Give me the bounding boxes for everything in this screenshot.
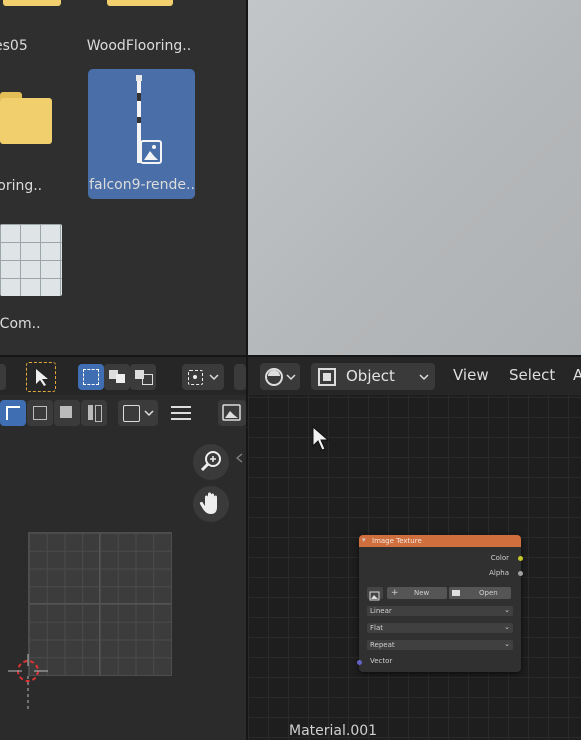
cursor-2d-icon[interactable] xyxy=(8,654,48,714)
socket-color-output[interactable] xyxy=(518,556,523,561)
hand-icon xyxy=(199,492,217,514)
island-select-button[interactable] xyxy=(81,400,107,426)
folder-icon xyxy=(107,0,173,6)
open-image-button[interactable]: Open xyxy=(449,587,511,599)
interpolation-value: Linear xyxy=(370,607,392,615)
open-button-label: Open xyxy=(479,589,498,597)
node-header[interactable]: ▾ Image Texture xyxy=(359,535,521,547)
pan-button[interactable] xyxy=(193,486,229,522)
menu-view[interactable]: View xyxy=(453,366,489,384)
select-tool-button[interactable] xyxy=(26,362,56,392)
select-subtract-button[interactable] xyxy=(130,364,156,390)
image-editor[interactable] xyxy=(0,357,254,740)
island-select-icon xyxy=(88,405,93,420)
extension-dropdown[interactable]: Repeat ⌄ xyxy=(367,640,513,650)
file-item-label: WoodFlooring.. xyxy=(86,38,192,54)
projection-value: Flat xyxy=(370,624,384,632)
image-browse-button[interactable] xyxy=(218,400,246,426)
material-name: Material.001 xyxy=(289,723,378,739)
zoom-button[interactable] xyxy=(193,444,229,480)
edge-select-icon xyxy=(33,406,47,420)
chevron-down-icon xyxy=(209,374,219,381)
output-color-label: Color xyxy=(490,554,509,562)
image-icon xyxy=(369,591,380,601)
shader-editor-icon xyxy=(265,368,283,386)
edge-select-button[interactable] xyxy=(27,400,53,426)
node-title: Image Texture xyxy=(372,537,422,545)
file-item[interactable]: uresCom.. xyxy=(0,210,63,340)
header-overflow-button[interactable] xyxy=(234,364,246,390)
sync-vertex-button[interactable] xyxy=(0,400,26,426)
face-select-icon xyxy=(60,406,72,418)
new-image-button[interactable]: + New xyxy=(387,587,447,599)
vertex-select-icon xyxy=(6,406,20,420)
select-box-button[interactable] xyxy=(78,364,104,390)
folder-icon xyxy=(452,590,460,596)
file-item-label: uresCom.. xyxy=(0,316,41,332)
chevron-down-icon: ⌄ xyxy=(504,640,510,648)
select-extend-button[interactable] xyxy=(104,364,130,390)
new-button-label: New xyxy=(414,589,430,597)
file-browser: iles05 WoodFlooring.. dFlooring.. falcon… xyxy=(0,0,246,355)
viewport-3d[interactable] xyxy=(248,0,581,355)
menu-add[interactable]: A xyxy=(573,366,581,384)
folder-body xyxy=(0,98,52,144)
socket-alpha-output[interactable] xyxy=(518,571,523,576)
folder-icon xyxy=(3,0,61,6)
chevron-left-icon[interactable] xyxy=(235,453,243,463)
menu-select[interactable]: Select xyxy=(509,366,555,384)
pivot-dropdown[interactable] xyxy=(182,364,224,390)
file-item-label: dFlooring.. xyxy=(0,178,43,194)
node-editor-header: Object View Select A xyxy=(248,357,581,395)
projection-dropdown[interactable]: Flat ⌄ xyxy=(367,623,513,633)
chevron-down-icon: ⌄ xyxy=(504,623,510,631)
image-browse-button[interactable] xyxy=(367,587,383,601)
chevron-down-icon xyxy=(144,410,154,417)
shader-type-label: Object xyxy=(346,367,395,385)
editor-type-dropdown[interactable] xyxy=(0,364,6,390)
socket-vector-input[interactable] xyxy=(357,660,362,665)
image-texture-node[interactable]: ▾ Image Texture Color Alpha + New Open L… xyxy=(357,535,523,672)
menu-icon[interactable] xyxy=(170,404,192,422)
image-file-icon xyxy=(136,75,162,164)
cursor-select-icon xyxy=(36,369,48,386)
file-item-selected[interactable]: falcon9-rende.. xyxy=(88,69,195,199)
select-box-icon xyxy=(83,369,99,385)
output-alpha-label: Alpha xyxy=(489,569,509,577)
editor-type-dropdown[interactable] xyxy=(260,363,300,390)
file-item[interactable]: dFlooring.. xyxy=(0,72,63,202)
chevron-down-icon: ⌄ xyxy=(504,606,510,614)
input-vector-label: Vector xyxy=(370,657,393,665)
object-icon xyxy=(318,368,336,386)
zoom-icon xyxy=(200,451,221,472)
interpolation-dropdown[interactable]: Linear ⌄ xyxy=(367,606,513,616)
mouse-pointer-icon xyxy=(312,426,330,451)
sticky-select-icon xyxy=(123,405,140,422)
extension-value: Repeat xyxy=(370,641,395,649)
uv-grid[interactable] xyxy=(28,532,172,676)
chevron-down-icon xyxy=(419,374,429,381)
node-collapse-icon[interactable]: ▾ xyxy=(362,536,366,544)
sticky-select-dropdown[interactable] xyxy=(118,400,158,426)
chevron-down-icon xyxy=(286,374,296,381)
shader-type-dropdown[interactable]: Object xyxy=(311,363,435,390)
file-item-label: iles05 xyxy=(0,38,28,54)
file-item-label: falcon9-rende.. xyxy=(89,177,195,193)
face-select-button[interactable] xyxy=(54,400,80,426)
texture-thumbnail xyxy=(0,224,62,296)
plus-icon: + xyxy=(391,588,399,598)
image-icon xyxy=(222,404,241,421)
